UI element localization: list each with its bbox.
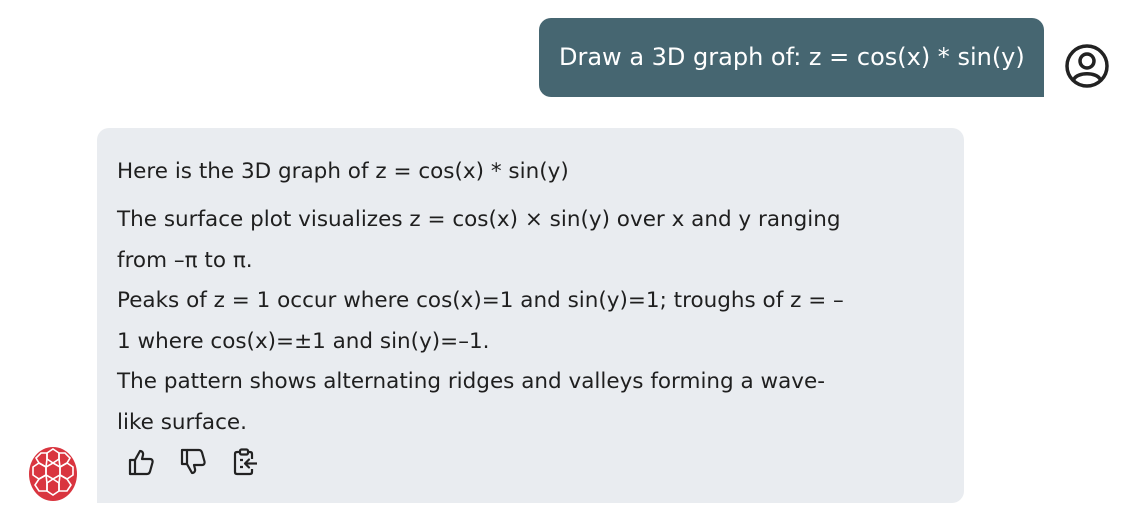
- copy-button[interactable]: [229, 446, 261, 478]
- assistant-paragraph-1: The surface plot visualizes z = cos(x) ×…: [117, 207, 841, 273]
- dislike-button[interactable]: [177, 446, 209, 478]
- assistant-heading: Here is the 3D graph of z = cos(x) * sin…: [117, 159, 569, 184]
- assistant-paragraph-3: The pattern shows alternating ridges and…: [117, 369, 826, 435]
- like-button[interactable]: [125, 446, 157, 478]
- clipboard-copy-icon: [233, 448, 257, 476]
- thumbs-up-icon: [128, 449, 154, 476]
- user-avatar-icon[interactable]: [1063, 42, 1111, 90]
- message-actions: [125, 446, 261, 478]
- assistant-paragraph-2: Peaks of z = 1 occur where cos(x)=1 and …: [117, 288, 844, 354]
- user-message-bubble: Draw a 3D graph of: z = cos(x) * sin(y): [539, 18, 1044, 97]
- turtle-shell-logo: [29, 447, 77, 501]
- thumbs-down-icon: [180, 448, 206, 475]
- assistant-message-bubble: Here is the 3D graph of z = cos(x) * sin…: [97, 128, 964, 503]
